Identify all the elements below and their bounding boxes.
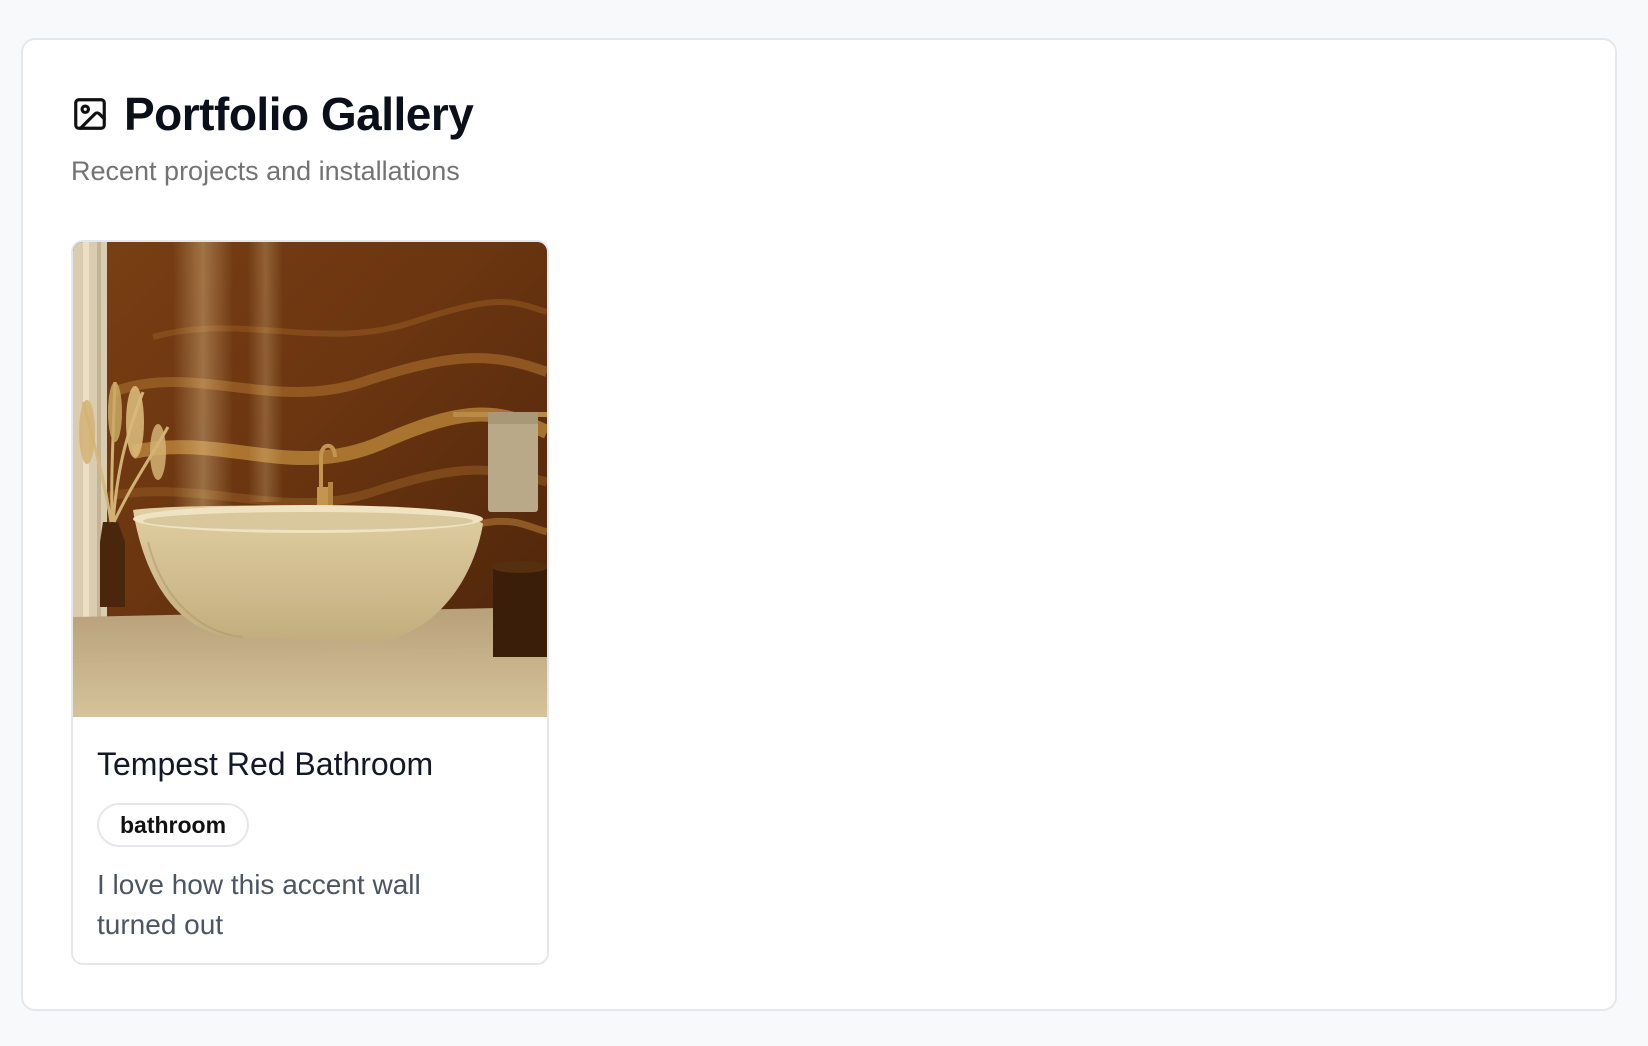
category-tag[interactable]: bathroom bbox=[97, 803, 250, 847]
portfolio-panel: Portfolio Gallery Recent projects and in… bbox=[21, 38, 1617, 1011]
image-icon bbox=[71, 95, 109, 133]
project-card[interactable]: Tempest Red Bathroom bathroom I love how… bbox=[71, 240, 549, 965]
title-row: Portfolio Gallery bbox=[71, 86, 474, 142]
page-subtitle: Recent projects and installations bbox=[71, 156, 460, 186]
project-image[interactable] bbox=[73, 242, 547, 717]
card-body: Tempest Red Bathroom bathroom I love how… bbox=[73, 717, 547, 945]
page-title: Portfolio Gallery bbox=[124, 88, 474, 140]
project-title[interactable]: Tempest Red Bathroom bbox=[97, 745, 523, 783]
project-description: I love how this accent wall turned out bbox=[97, 869, 421, 940]
gallery-header: Portfolio Gallery Recent projects and in… bbox=[71, 86, 474, 188]
